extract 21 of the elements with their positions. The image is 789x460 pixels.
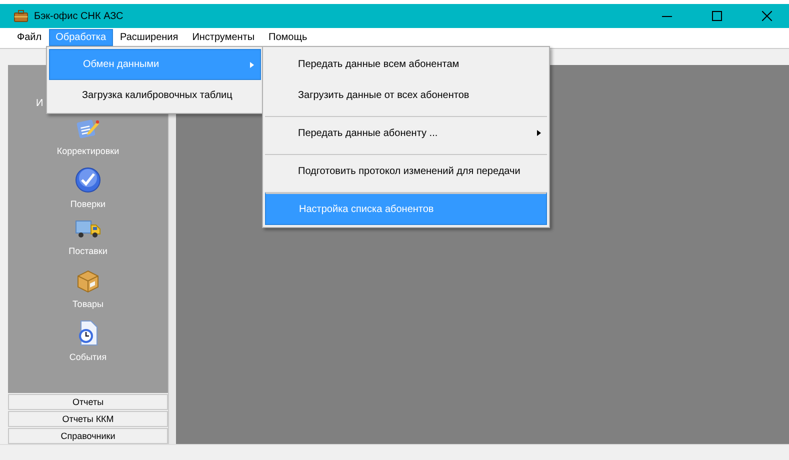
- briefcase-icon: [14, 10, 28, 22]
- menu-item[interactable]: Подготовить протокол изменений для передачи: [265, 154, 547, 187]
- panel-header: И: [36, 98, 44, 109]
- menu-item[interactable]: Помощь: [262, 29, 314, 46]
- checkmark-icon: [74, 167, 101, 193]
- menu-item[interactable]: Загрузка калибровочных таблиц: [49, 80, 261, 111]
- document-clock-icon: [77, 320, 99, 346]
- close-icon: [762, 11, 772, 21]
- menu-item[interactable]: Передать данные всем абонентам: [265, 49, 547, 80]
- menu-item[interactable]: Передать данные абоненту ...: [265, 116, 547, 149]
- section-button[interactable]: Отчеты ККМ: [8, 411, 168, 427]
- maximize-icon: [712, 11, 722, 21]
- section-button[interactable]: Отчеты: [8, 394, 168, 410]
- menu-item[interactable]: Инструменты: [185, 29, 262, 46]
- menu-item[interactable]: Расширения: [113, 29, 186, 46]
- box-icon: [76, 269, 100, 293]
- menu-item[interactable]: Файл: [10, 29, 49, 46]
- menu-item[interactable]: Загрузить данные от всех абонентов: [265, 80, 547, 111]
- section-button[interactable]: Справочники: [8, 428, 168, 444]
- window-title: Бэк-офис СНК АЗС: [34, 10, 124, 22]
- truck-icon: [75, 218, 101, 240]
